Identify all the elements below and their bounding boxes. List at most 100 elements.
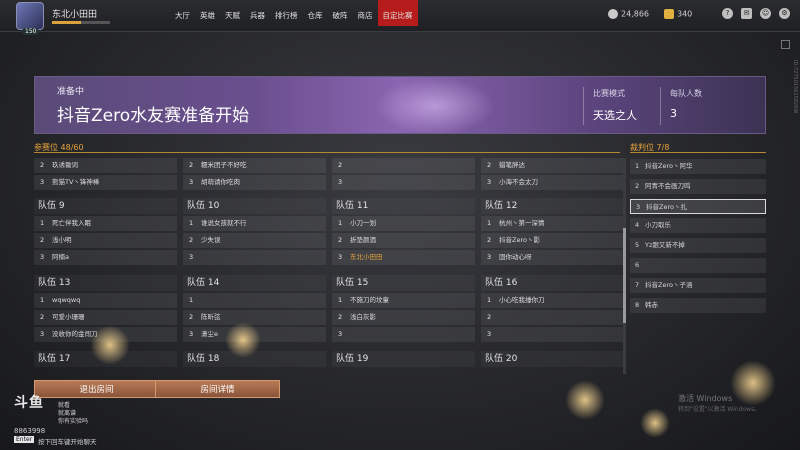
slot-number: 3 bbox=[338, 253, 343, 261]
team-member-slot[interactable]: 3 阿楠a bbox=[34, 250, 177, 265]
team-member-slot[interactable]: 2 bbox=[332, 158, 475, 173]
help-icon[interactable]: ? bbox=[722, 8, 733, 19]
team-member-slot[interactable]: 2 浅白灰影 bbox=[332, 310, 475, 325]
main-nav: 大厅 英雄 天赋 兵器 排行榜 仓库 破阵 商店 自定比赛 bbox=[170, 0, 418, 32]
windows-activation-title: 激活 Windows bbox=[678, 394, 733, 403]
team-block: 队伍 12 1 杭州丶第一深情 2 抖音Zero丶影 3 固你动心呀 bbox=[481, 198, 624, 265]
team-block: 队伍 16 1 小心吃我捶你刀 2 3 bbox=[481, 275, 624, 342]
team-member-slot[interactable]: 2 蜡笔胖达 bbox=[481, 158, 624, 173]
team-member-slot[interactable]: 3 固你动心呀 bbox=[481, 250, 624, 265]
team-title: 队伍 19 bbox=[332, 351, 475, 367]
team-member-slot[interactable]: 1 谁说女孩就不行 bbox=[183, 216, 326, 231]
team-member-slot[interactable]: 3 bbox=[332, 175, 475, 190]
team-member-slot[interactable]: 1 小心吃我捶你刀 bbox=[481, 293, 624, 308]
player-name: 小海不会太刀 bbox=[499, 178, 538, 186]
team-title: 队伍 11 bbox=[332, 198, 475, 214]
slot-number: 3 bbox=[189, 253, 194, 261]
slot-number: 2 bbox=[487, 236, 492, 244]
player-name: 浅小明 bbox=[52, 236, 72, 244]
team-member-slot[interactable]: 2 抖音Zero丶影 bbox=[481, 233, 624, 248]
team-member-slot[interactable]: 3 bbox=[183, 250, 326, 265]
slot-number: 2 bbox=[635, 181, 640, 190]
team-member-slot[interactable]: 3 bbox=[481, 327, 624, 342]
team-member-slot[interactable]: 1 死亡伴我入眠 bbox=[34, 216, 177, 231]
referee-name: Yz跟又新不掉 bbox=[645, 241, 685, 250]
divider bbox=[34, 152, 620, 153]
team-member-slot[interactable]: 3 小海不会太刀 bbox=[481, 175, 624, 190]
player-name: 少失误 bbox=[201, 236, 221, 244]
team-member-slot[interactable]: 2 折垫颜酒 bbox=[332, 233, 475, 248]
team-partial: 2 蜡笔胖达 3 小海不会太刀 bbox=[481, 156, 624, 190]
room-details-button[interactable]: 房间详情 bbox=[155, 380, 280, 398]
referee-name: 小刀取乐 bbox=[645, 221, 671, 230]
team-member-slot[interactable]: 1 bbox=[183, 293, 326, 308]
team-member-slot[interactable]: 1 杭州丶第一深情 bbox=[481, 216, 624, 231]
light-orb bbox=[565, 380, 605, 420]
referee-slot[interactable]: 3 抖音Zero丶扎 bbox=[630, 198, 766, 214]
light-orb bbox=[640, 408, 670, 438]
team-member-slot[interactable]: 3 熊猫TV丶锋神棒 bbox=[34, 175, 177, 190]
player-name: 杭州丶第一深情 bbox=[499, 219, 545, 227]
referee-slot[interactable]: 6 bbox=[630, 258, 766, 273]
settings-icon[interactable]: ⚙ bbox=[779, 8, 790, 19]
player-name: 抖音Zero丶影 bbox=[499, 236, 540, 244]
expand-icon[interactable] bbox=[781, 40, 790, 49]
slot-number: 1 bbox=[40, 219, 45, 227]
player-avatar[interactable]: 150 bbox=[16, 2, 44, 35]
team-member-slot[interactable]: 2 少失误 bbox=[183, 233, 326, 248]
divider bbox=[630, 152, 766, 153]
coin-counter: 24,866 bbox=[608, 9, 649, 19]
nav-heroes[interactable]: 英雄 bbox=[195, 6, 220, 32]
slot-number: 2 bbox=[338, 236, 343, 244]
team-member-slot[interactable]: 2 bbox=[481, 310, 624, 325]
team-member-slot[interactable]: 3 bbox=[332, 327, 475, 342]
player-name: 潇尘e bbox=[201, 330, 218, 338]
room-number: 8863998 bbox=[14, 427, 46, 435]
slot-number: 2 bbox=[487, 313, 492, 321]
chat-hint[interactable]: 按下回车键开始聊天 bbox=[38, 436, 97, 446]
slot-number: 3 bbox=[338, 178, 343, 186]
friends-icon[interactable]: ☺ bbox=[760, 8, 771, 19]
referee-slot[interactable]: 5 Yz跟又新不掉 bbox=[630, 238, 766, 254]
referee-slot[interactable]: 1 抖音Zero丶阿华 bbox=[630, 159, 766, 174]
referee-slot[interactable]: 8 韩赤 bbox=[630, 297, 766, 313]
team-member-slot[interactable]: 2 可爱小珊珊 bbox=[34, 310, 177, 325]
referee-slot[interactable]: 4 小刀取乐 bbox=[630, 218, 766, 234]
team-member-slot[interactable]: 1 wqwqwq bbox=[34, 293, 177, 308]
team-title: 队伍 13 bbox=[34, 275, 177, 291]
team-member-slot[interactable]: 1 小刀一划 bbox=[332, 216, 475, 231]
nav-talent[interactable]: 天赋 bbox=[220, 6, 245, 32]
team-member-slot[interactable]: 2 糯米团子不好吃 bbox=[183, 158, 326, 173]
nav-shop[interactable]: 商店 bbox=[353, 6, 378, 32]
leave-room-button[interactable]: 退出房间 bbox=[34, 380, 159, 398]
match-status: 准备中 bbox=[57, 87, 85, 97]
team-member-slot[interactable]: 2 玖诱锄词 bbox=[34, 158, 177, 173]
nav-weapons[interactable]: 兵器 bbox=[245, 6, 270, 32]
slot-number: 1 bbox=[635, 162, 640, 170]
slot-number: 3 bbox=[40, 253, 45, 261]
slot-number: 6 bbox=[635, 261, 640, 269]
team-member-slot[interactable]: 2 陈昕弦 bbox=[183, 310, 326, 325]
team-title: 队伍 20 bbox=[481, 351, 624, 367]
slot-number: 1 bbox=[487, 296, 492, 304]
mail-icon[interactable]: ✉ bbox=[741, 8, 752, 19]
referee-slot[interactable]: 7 抖音Zero丶子涵 bbox=[630, 277, 766, 293]
team-member-slot[interactable]: 2 浅小明 bbox=[34, 233, 177, 248]
match-banner: 准备中 抖音Zero水友赛准备开始 比赛模式 天选之人 每队人数 3 bbox=[34, 76, 766, 135]
team-member-slot[interactable]: 1 不施刀的坟童 bbox=[332, 293, 475, 308]
referee-slot[interactable]: 2 阿青不会画刀鸣 bbox=[630, 178, 766, 194]
nav-hall[interactable]: 大厅 bbox=[170, 6, 195, 32]
game-lobby-screen: { "player": {"name": "东北小田田", "level": "… bbox=[0, 0, 800, 450]
slot-number: 2 bbox=[189, 313, 194, 321]
nav-rankings[interactable]: 排行榜 bbox=[270, 6, 303, 32]
nav-warehouse[interactable]: 仓库 bbox=[303, 6, 328, 32]
nav-custom-match[interactable]: 自定比赛 bbox=[377, 0, 418, 26]
team-member-slot[interactable]: 3 东北小田田 bbox=[332, 250, 475, 265]
slot-number: 3 bbox=[636, 202, 641, 211]
slot-number: 3 bbox=[189, 330, 194, 338]
team-block: 队伍 11 1 小刀一划 2 折垫颜酒 3 东北小田田 bbox=[332, 198, 475, 265]
player-name: 不施刀的坟童 bbox=[350, 296, 389, 304]
nav-breakthrough[interactable]: 破阵 bbox=[328, 6, 353, 32]
team-member-slot[interactable]: 3 胡萌请你吃肉 bbox=[183, 175, 326, 190]
team-scrollbar[interactable] bbox=[623, 158, 626, 374]
